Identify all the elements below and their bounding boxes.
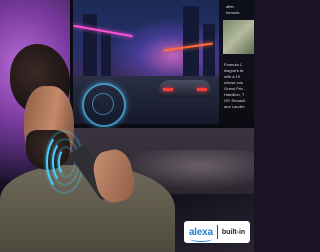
built-in-label: built-in <box>221 228 246 236</box>
alexa-logo: alexa <box>189 227 213 242</box>
badge-divider <box>216 225 218 239</box>
alexa-built-in-badge: alexa built-in <box>184 221 250 243</box>
panel-line: Formula 1 <box>224 62 243 67</box>
panel-line: whose cus <box>224 80 243 85</box>
panel-line: Hamilton, T <box>224 92 245 97</box>
car-taillight <box>197 88 207 91</box>
panel-line: Grand Prix <box>224 86 244 91</box>
panel-line: and Lauder. <box>224 104 246 109</box>
car-taillight <box>163 88 173 91</box>
panel-line: after <box>226 4 235 9</box>
panel-line: with a 19 <box>224 74 241 79</box>
panel-thumbnail <box>223 20 254 54</box>
race-car <box>159 72 211 102</box>
panel-line: formula <box>226 10 240 15</box>
panel-line: GP, Renault <box>224 98 246 103</box>
building <box>83 14 97 84</box>
alexa-smile-icon <box>189 236 212 242</box>
photo-scene: after formula Formula 1 league's fa with… <box>0 0 254 252</box>
panel-line: league's fa <box>224 68 244 73</box>
speedometer-hud-inner <box>92 93 114 115</box>
